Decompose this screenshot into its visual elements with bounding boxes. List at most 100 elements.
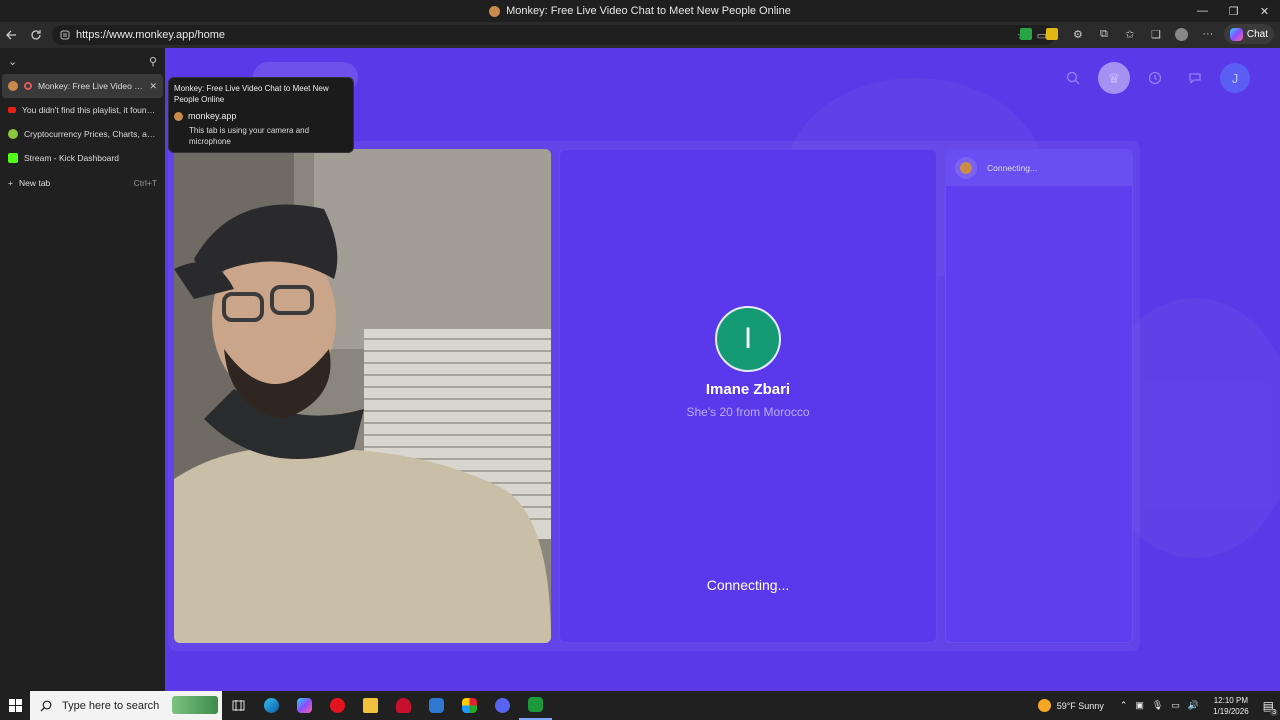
more-menu-icon[interactable]: ··· xyxy=(1198,24,1218,44)
red-app-icon[interactable] xyxy=(387,691,420,720)
taskbar-search-box[interactable]: Type here to search xyxy=(30,691,222,720)
maximize-button[interactable]: ❐ xyxy=(1218,0,1249,22)
mixed-app-icon[interactable] xyxy=(453,691,486,720)
extensions-puzzle-icon[interactable]: ⚙ xyxy=(1068,24,1088,44)
monkey-favicon-icon xyxy=(174,111,183,121)
header-nav-icons: ♛ J xyxy=(1058,62,1250,94)
peer-connection-status: Connecting... xyxy=(706,577,790,593)
chat-panel: Connecting... xyxy=(945,149,1133,643)
tab-youtube[interactable]: You didn't find this playlist, it found … xyxy=(0,98,165,122)
site-info-icon[interactable] xyxy=(60,30,70,40)
tooltip-title: Monkey: Free Live Video Chat to Meet New… xyxy=(174,84,329,104)
green-app-icon[interactable] xyxy=(519,691,552,720)
mail-app-icon[interactable] xyxy=(420,691,453,720)
task-view-icon[interactable] xyxy=(222,691,255,720)
toolbar-extensions: ⚙ ⧉ ✩ ❏ ··· Chat xyxy=(1016,24,1274,44)
search-highlight-image xyxy=(172,696,218,714)
monkey-favicon-icon xyxy=(489,5,501,17)
peer-video-panel: I Imane Zbari She's 20 from Morocco Conn… xyxy=(559,149,937,643)
tab-monkey[interactable]: Monkey: Free Live Video Chat to Meet New… xyxy=(2,74,163,98)
file-explorer-icon[interactable] xyxy=(354,691,387,720)
edge-icon[interactable] xyxy=(255,691,288,720)
weather-text: 59°F Sunny xyxy=(1056,700,1104,711)
window-titlebar: Monkey: Free Live Video Chat to Meet New… xyxy=(0,0,1280,22)
taskbar-clock[interactable]: 12:10 PM 1/19/2026 xyxy=(1213,695,1249,717)
url-text[interactable]: https://www.monkey.app/home xyxy=(76,29,225,41)
weather-widget[interactable]: 59°F Sunny xyxy=(1037,699,1104,712)
new-tab-button[interactable]: + New tab Ctrl+T xyxy=(0,170,165,196)
history-clock-icon[interactable] xyxy=(1140,63,1170,93)
clock-time: 12:10 PM xyxy=(1213,695,1248,705)
show-hidden-icons-chevron-icon[interactable]: ⌃ xyxy=(1120,700,1128,711)
tab-label: Stream - Kick Dashboard xyxy=(24,153,119,163)
kick-favicon-icon xyxy=(8,153,18,163)
notification-count-badge: 3 xyxy=(1270,708,1278,716)
clock-date: 1/19/2026 xyxy=(1213,706,1249,716)
window-title: Monkey: Free Live Video Chat to Meet New… xyxy=(506,5,791,17)
pin-sidebar-icon[interactable]: ⚲ xyxy=(149,55,157,68)
split-screen-icon[interactable]: ⧉ xyxy=(1094,24,1114,44)
microphone-tray-icon[interactable]: 🎙 xyxy=(1152,700,1163,711)
extension-yellow-icon[interactable] xyxy=(1042,24,1062,44)
peer-avatar: I xyxy=(715,306,781,372)
search-icon[interactable] xyxy=(1058,63,1088,93)
plus-icon: + xyxy=(8,178,13,188)
close-window-button[interactable]: ✕ xyxy=(1249,0,1280,22)
copilot-chat-button[interactable]: Chat xyxy=(1223,24,1274,44)
extension-green-icon[interactable] xyxy=(1016,24,1036,44)
monkey-favicon-icon xyxy=(8,81,18,91)
window-title-group: Monkey: Free Live Video Chat to Meet New… xyxy=(489,5,791,17)
browser-toolbar: https://www.monkey.app/home ☆ ▭ ⚙ ⧉ ✩ ❏ … xyxy=(0,22,1280,48)
tab-kick[interactable]: Stream - Kick Dashboard xyxy=(0,146,165,170)
vertical-tabs-sidebar: ⌄ ⚲ Monkey: Free Live Video Chat to Meet… xyxy=(0,48,165,691)
new-tab-label: New tab xyxy=(18,178,51,188)
copilot-taskbar-icon[interactable] xyxy=(288,691,321,720)
monkey-logo-icon xyxy=(955,157,977,179)
camera-video-frame xyxy=(174,149,551,643)
chat-header: Connecting... xyxy=(946,150,1132,186)
windows-logo-icon xyxy=(8,699,22,712)
refresh-icon xyxy=(31,30,41,40)
search-icon xyxy=(40,700,52,711)
sidebar-header: ⌄ ⚲ xyxy=(0,48,165,74)
profile-avatar-icon[interactable] xyxy=(1172,24,1192,44)
crown-icon[interactable]: ♛ xyxy=(1098,62,1130,94)
network-tray-icon[interactable]: ▭ xyxy=(1171,700,1180,711)
camera-tray-icon[interactable]: ▣ xyxy=(1135,700,1144,711)
tooltip-camera-note: This tab is using your camera and microp… xyxy=(189,126,310,146)
volume-tray-icon[interactable]: 🔊 xyxy=(1188,700,1199,711)
sunny-icon xyxy=(1037,699,1051,712)
chat-status: Connecting... xyxy=(987,163,1038,173)
address-bar[interactable]: https://www.monkey.app/home ☆ ▭ xyxy=(52,25,1055,45)
back-arrow-icon xyxy=(6,30,16,40)
tab-label: Monkey: Free Live Video Chat to Meet New… xyxy=(38,81,143,91)
tooltip-site: monkey.app xyxy=(174,111,348,121)
minimize-button[interactable]: — xyxy=(1187,0,1218,22)
favorites-icon[interactable]: ✩ xyxy=(1120,24,1140,44)
self-camera-feed xyxy=(174,149,551,643)
taskbar-search-placeholder: Type here to search xyxy=(62,699,160,712)
peer-details: She's 20 from Morocco xyxy=(686,405,810,419)
close-tab-icon[interactable]: ✕ xyxy=(149,81,157,92)
window-controls: — ❐ ✕ xyxy=(1187,0,1280,22)
windows-start-button[interactable] xyxy=(0,691,30,720)
tab-label: Cryptocurrency Prices, Charts, and Crypt… xyxy=(24,129,157,139)
messages-icon[interactable] xyxy=(1180,63,1210,93)
crypto-favicon-icon xyxy=(8,129,18,139)
discord-icon[interactable] xyxy=(486,691,519,720)
windows-taskbar: Type here to search 59°F Sunny ⌃ ▣ 🎙 ▭ 🔊… xyxy=(0,691,1280,720)
system-tray: 59°F Sunny ⌃ ▣ 🎙 ▭ 🔊 12:10 PM 1/19/2026 … xyxy=(1037,691,1280,720)
collections-icon[interactable]: ❏ xyxy=(1146,24,1166,44)
youtube-favicon-icon xyxy=(8,107,16,113)
peer-name: Imane Zbari xyxy=(705,381,791,398)
opera-icon[interactable] xyxy=(321,691,354,720)
collapse-tabs-chevron-icon[interactable]: ⌄ xyxy=(8,55,17,68)
tab-crypto[interactable]: Cryptocurrency Prices, Charts, and Crypt… xyxy=(0,122,165,146)
copilot-icon xyxy=(1229,27,1243,41)
user-avatar[interactable]: J xyxy=(1220,63,1250,93)
back-button[interactable] xyxy=(0,23,24,47)
tab-hover-tooltip: Monkey: Free Live Video Chat to Meet New… xyxy=(168,77,354,153)
refresh-button[interactable] xyxy=(24,23,48,47)
new-tab-shortcut: Ctrl+T xyxy=(133,178,157,188)
notifications-icon[interactable]: ▤ 3 xyxy=(1263,699,1278,716)
